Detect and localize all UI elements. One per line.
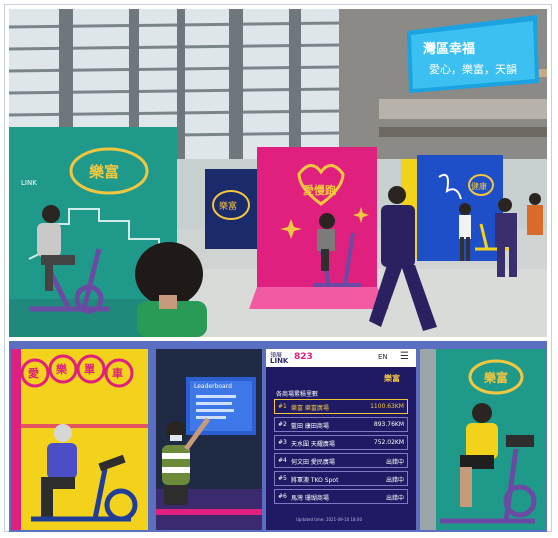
yellow-panel-circle-labels: 愛 樂 單 車 <box>11 349 148 389</box>
phone-header: 領展 LINK 823 EN ☰ <box>266 349 416 367</box>
row-rank: #2 <box>278 421 287 428</box>
leaderboard-row: #3 天水圍 天耀廣場 752.02KM <box>274 435 408 450</box>
blue-booth <box>401 155 503 261</box>
brand-line2: LINK <box>270 357 289 365</box>
row-name: 馬灣 珊瑚商場 <box>291 495 329 502</box>
row-value: 893.76KM <box>373 421 404 428</box>
row-name: 藍田 康田商場 <box>291 423 329 430</box>
row-rank: #6 <box>278 493 287 500</box>
language-toggle[interactable]: EN <box>378 353 388 361</box>
panel-green-bike: 樂富 <box>420 349 545 530</box>
leaderboard-footer: Updated time: 2021-09-10 18:00 <box>296 517 362 522</box>
row-rank: #1 <box>278 403 287 410</box>
panel-phone-leaderboard: 領展 LINK 823 EN ☰ 樂富 各商場累積里數 #1 樂富 樂富廣場 1… <box>266 349 416 530</box>
banner-line2: 愛心，樂富，天韻 <box>429 62 517 76</box>
circle-label-3: 單 <box>84 363 95 376</box>
row-name: 樂富 樂富廣場 <box>291 405 329 412</box>
banner-line1: 灣區幸福 <box>423 41 475 57</box>
leaderboard-row: #4 何文田 愛民廣場 出錯中 <box>274 453 408 468</box>
panel-yellow-bike: 愛 樂 單 車 <box>11 349 148 530</box>
brand-badge: 823 <box>294 352 313 362</box>
person-far-right <box>527 193 543 235</box>
main-photo: 灣區幸福 愛心，樂富，天韻 樂富 LINK 樂富 愛慢跑 健康 <box>9 9 547 337</box>
circle-label-4: 車 <box>112 367 123 380</box>
screen-title: Leaderboard <box>194 383 232 390</box>
row-value: 1100.63KM <box>370 403 404 410</box>
navy-booth-logo: 樂富 <box>219 200 237 212</box>
row-value: 出錯中 <box>385 459 404 466</box>
row-value: 出錯中 <box>385 495 404 502</box>
row-rank: #4 <box>278 457 287 464</box>
teal-booth-sub: LINK <box>21 179 37 187</box>
row-name: 天水圍 天耀廣場 <box>291 441 335 448</box>
leaderboard-list: #1 樂富 樂富廣場 1100.63KM #2 藍田 康田商場 893.76KM… <box>274 399 408 507</box>
menu-icon[interactable]: ☰ <box>400 351 409 362</box>
blue-booth-logo: 健康 <box>471 181 487 191</box>
corner-logo: 樂富 <box>384 374 400 383</box>
circle-label-2: 樂 <box>56 363 67 376</box>
leaderboard-row: #1 樂富 樂富廣場 1100.63KM <box>274 399 408 414</box>
circle-label-1: 愛 <box>28 367 39 380</box>
row-name: 何文田 愛民廣場 <box>291 459 335 466</box>
row-rank: #5 <box>278 475 287 482</box>
leaderboard-row: #6 馬灣 珊瑚商場 出錯中 <box>274 489 408 504</box>
teal-booth-logo: 樂富 <box>89 163 119 181</box>
panel-leaderboard-screen: Leaderboard <box>156 349 262 530</box>
pink-booth-logo: 愛慢跑 <box>303 183 336 197</box>
person-boy-foreground <box>135 242 207 337</box>
row-value: 752.02KM <box>373 439 404 446</box>
photo-strip: 愛 樂 單 車 Leaderboard 領展 LINK 823 EN ☰ 樂富 … <box>9 341 547 532</box>
leaderboard-row: #5 將軍澳 TKO Spot 出錯中 <box>274 471 408 486</box>
row-value: 出錯中 <box>385 477 404 484</box>
row-rank: #3 <box>278 439 287 446</box>
green-panel-logo: 樂富 <box>484 371 509 385</box>
leaderboard-row: #2 藍田 康田商場 893.76KM <box>274 417 408 432</box>
leaderboard-heading: 各商場累積里數 <box>276 391 319 398</box>
row-name: 將軍澳 TKO Spot <box>291 477 339 484</box>
